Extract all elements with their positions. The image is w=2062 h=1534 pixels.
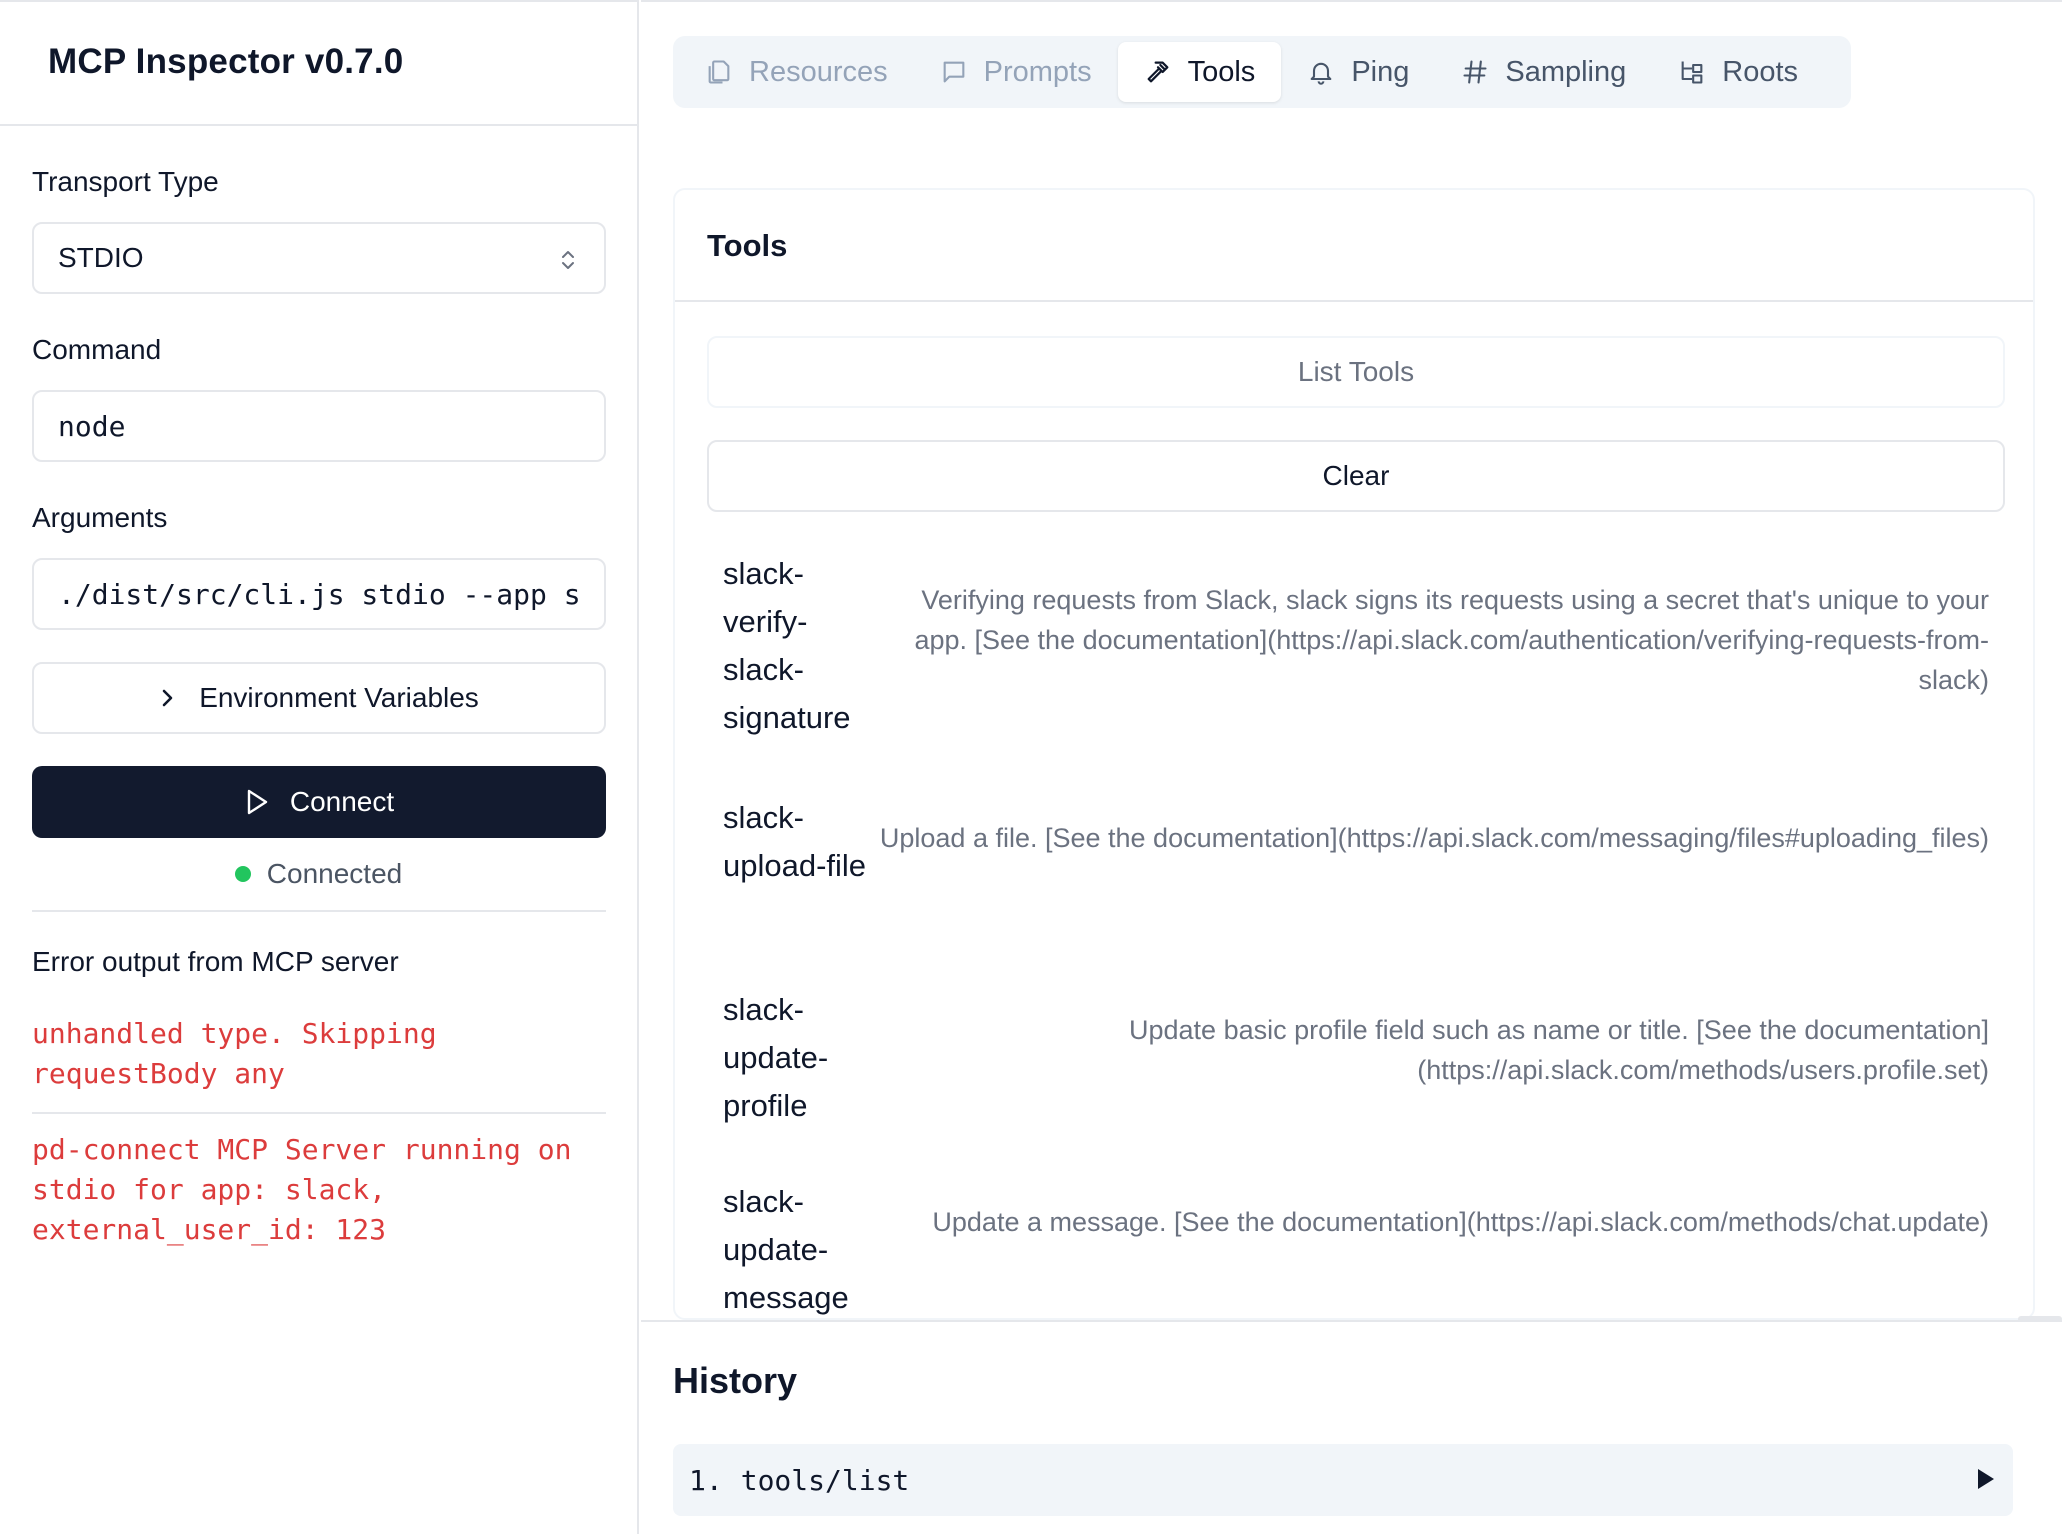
tab-label: Resources xyxy=(749,55,888,88)
expand-triangle-icon xyxy=(1978,1469,1994,1489)
command-value: node xyxy=(58,409,126,443)
tab-label: Ping xyxy=(1351,55,1410,88)
folder-tree-icon xyxy=(1681,61,1703,84)
error-output-line: pd-connect MCP Server running on stdio f… xyxy=(32,1133,572,1246)
command-label: Command xyxy=(32,334,162,365)
divider xyxy=(32,1112,606,1114)
tab-label: Sampling xyxy=(1505,55,1627,88)
tab-label: Tools xyxy=(1187,55,1256,88)
tool-description: Update a message. [See the documentation… xyxy=(932,1207,1989,1237)
transport-type-select[interactable]: STDIO xyxy=(32,222,606,294)
chevron-right-icon xyxy=(162,689,173,707)
transport-type-label: Transport Type xyxy=(32,166,219,197)
connect-button[interactable]: Connect xyxy=(32,766,606,838)
app-title: MCP Inspector v0.7.0 xyxy=(48,42,404,81)
tool-description: Update basic profile field such as name … xyxy=(1129,1015,1989,1085)
tool-name: slack-upload-file xyxy=(723,800,867,883)
status-dot-icon xyxy=(234,866,251,882)
tab-label: Prompts xyxy=(983,55,1092,88)
hammer-icon xyxy=(1147,61,1169,83)
connect-label: Connect xyxy=(289,786,395,817)
bell-icon xyxy=(1310,62,1332,85)
divider xyxy=(32,910,606,912)
tools-card-title: Tools xyxy=(707,228,788,263)
clear-button[interactable]: Clear xyxy=(707,440,2005,512)
error-output-title: Error output from MCP server xyxy=(32,946,399,977)
tool-name: slack-verify-slack-signature xyxy=(723,556,851,735)
tab-ping[interactable]: Ping xyxy=(1281,42,1435,102)
tool-item[interactable]: slack-verify-slack-signature Verifying r… xyxy=(707,550,2005,740)
sidebar-header: MCP Inspector v0.7.0 xyxy=(0,2,637,126)
arguments-value: ./dist/src/cli.js stdio --app s xyxy=(58,577,581,611)
tab-roots[interactable]: Roots xyxy=(1652,42,1824,102)
app-root: MCP Inspector v0.7.0 Transport Type STDI… xyxy=(0,0,2062,1534)
environment-variables-label: Environment Variables xyxy=(199,682,479,713)
files-icon xyxy=(708,60,730,84)
chevrons-up-down-icon xyxy=(562,251,574,269)
history-item-index: 1. xyxy=(689,1463,723,1497)
tool-name: slack-update-profile xyxy=(723,992,829,1123)
history-title: History xyxy=(673,1360,798,1401)
error-output-line: unhandled type. Skipping requestBody any xyxy=(32,1017,437,1090)
environment-variables-button[interactable]: Environment Variables xyxy=(32,662,606,734)
tab-prompts[interactable]: Prompts xyxy=(914,42,1118,102)
history-item[interactable]: 1. tools/list xyxy=(673,1444,2013,1516)
sidebar: MCP Inspector v0.7.0 Transport Type STDI… xyxy=(0,0,639,1534)
connection-status: Connected xyxy=(0,854,637,894)
tab-resources[interactable]: Resources xyxy=(679,42,914,102)
play-icon xyxy=(247,789,268,815)
tab-bar: Resources Prompts Tools Ping Sampling Ro… xyxy=(673,36,1851,108)
arguments-label: Arguments xyxy=(32,502,168,533)
tool-item[interactable]: slack-upload-file Upload a file. [See th… xyxy=(707,794,2005,944)
main-panel: Resources Prompts Tools Ping Sampling Ro… xyxy=(641,0,2062,1534)
tool-item[interactable]: slack-update-message Update a message. [… xyxy=(707,1178,2005,1318)
history-item-method: tools/list xyxy=(740,1463,910,1497)
hash-icon xyxy=(1463,60,1487,84)
tab-tools[interactable]: Tools xyxy=(1117,42,1282,102)
history-panel: History 1. tools/list xyxy=(641,1320,2062,1534)
tools-card-header: Tools xyxy=(675,190,2033,302)
transport-type-value: STDIO xyxy=(58,242,144,273)
message-square-icon xyxy=(943,61,965,83)
tools-card: Tools List Tools Clear slack-verify-slac… xyxy=(673,188,2035,1320)
tool-description: Upload a file. [See the documentation](h… xyxy=(879,823,1989,853)
tool-description: Verifying requests from Slack, slack sig… xyxy=(914,585,1989,695)
connection-status-text: Connected xyxy=(266,858,403,889)
tab-label: Roots xyxy=(1722,55,1799,88)
tool-list: slack-verify-slack-signature Verifying r… xyxy=(707,550,2005,1318)
tool-name: slack-update-message xyxy=(723,1184,849,1315)
tool-item[interactable]: slack-update-profile Update basic profil… xyxy=(707,986,2005,1136)
list-tools-button[interactable]: List Tools xyxy=(707,336,2005,408)
command-input[interactable]: node xyxy=(32,390,606,462)
arguments-input[interactable]: ./dist/src/cli.js stdio --app s xyxy=(32,558,606,630)
tab-sampling[interactable]: Sampling xyxy=(1435,42,1652,102)
